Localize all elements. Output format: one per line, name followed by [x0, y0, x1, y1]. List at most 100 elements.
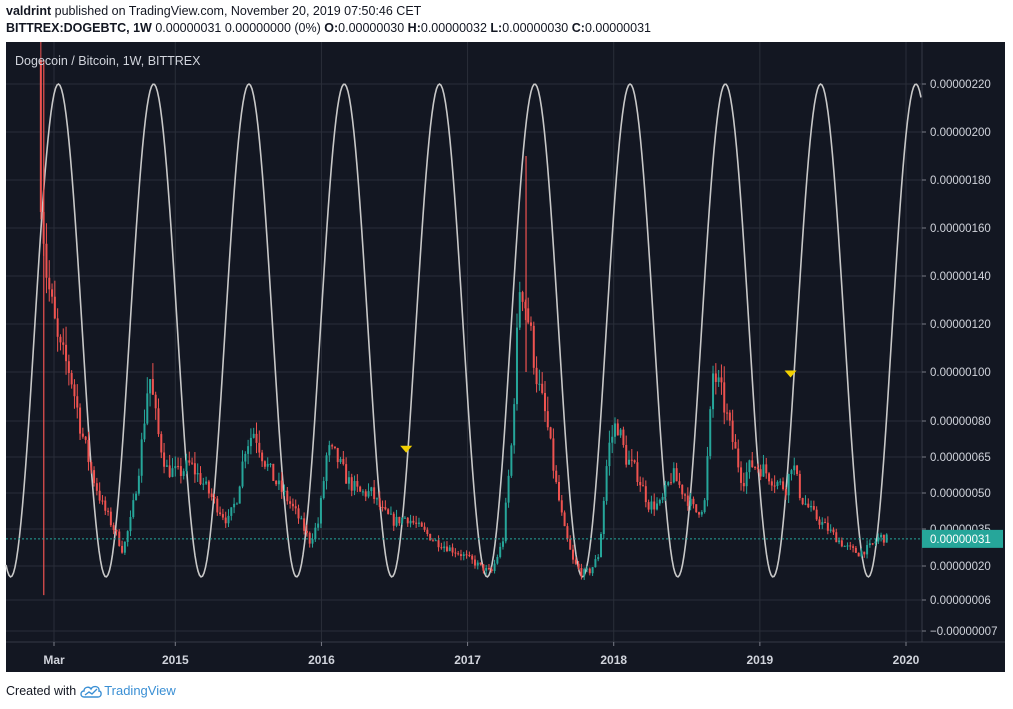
candle-down [179, 466, 182, 476]
candle-down [151, 379, 154, 395]
candle-up [605, 466, 608, 501]
candle-up [504, 502, 507, 542]
candle-up [235, 503, 238, 505]
candle-down [473, 559, 476, 566]
candle-down [815, 509, 818, 520]
candle-down [852, 546, 855, 548]
symbol-label: BITTREX:DOGEBTC [6, 21, 127, 35]
candle-up [602, 500, 605, 534]
candle-up [600, 533, 603, 558]
candle-up [762, 464, 765, 477]
candle-down [571, 549, 574, 560]
change-value: 0.00000000 (0%) [224, 21, 321, 35]
candle-down [751, 460, 754, 468]
candle-up [135, 493, 138, 501]
candle-down [684, 494, 687, 496]
created-with-text: Created with [6, 683, 77, 698]
candle-up [650, 501, 653, 510]
candle-down [426, 529, 429, 534]
candle-down [454, 552, 457, 554]
candle-down [294, 506, 297, 509]
candle-up [230, 507, 233, 516]
candle-up [689, 498, 692, 506]
candle-up [829, 529, 832, 531]
author-name[interactable]: valdrint [6, 4, 51, 18]
y-tick-label: 0.00000160 [930, 223, 991, 235]
candle-down [191, 462, 194, 464]
candle-up [314, 527, 317, 540]
candle-up [672, 468, 675, 483]
candle-down [440, 547, 443, 549]
x-tick-label: 2018 [600, 653, 627, 667]
candle-down [647, 502, 650, 510]
tradingview-logo[interactable]: TradingView [80, 683, 176, 698]
candle-down [686, 495, 689, 506]
candle-up [389, 513, 392, 515]
candle-down [213, 497, 216, 499]
time-axis-background [6, 642, 1005, 672]
candle-down [384, 507, 387, 510]
candle-up [868, 543, 871, 546]
candle-down [392, 513, 395, 526]
candle-up [804, 503, 807, 505]
candle-down [622, 429, 625, 445]
candle-up [434, 540, 437, 542]
candle-down [115, 529, 118, 532]
candle-up [667, 482, 670, 486]
candle-up [277, 480, 280, 485]
candle-down [555, 470, 558, 482]
candle-up [403, 517, 406, 519]
candle-down [45, 243, 48, 278]
y-tick-label: −0.00000007 [930, 626, 997, 638]
candle-down [84, 436, 87, 440]
candle-down [67, 361, 70, 373]
candle-up [241, 461, 244, 487]
candle-down [258, 442, 261, 453]
candle-up [325, 455, 328, 482]
candle-down [754, 467, 757, 469]
candle-down [759, 469, 762, 477]
candle-up [838, 540, 841, 543]
candle-down [303, 518, 306, 531]
candle-up [493, 563, 496, 571]
candle-up [709, 409, 712, 457]
candle-up [779, 481, 782, 483]
candle-down [726, 412, 729, 414]
candle-down [87, 439, 90, 463]
candle-up [202, 483, 205, 485]
x-tick-label: Mar [43, 653, 65, 667]
candle-down [451, 547, 454, 553]
candle-down [387, 509, 390, 514]
candle-down [109, 511, 112, 526]
candle-down [692, 498, 695, 505]
candle-down [630, 459, 633, 461]
candle-up [585, 568, 588, 570]
candle-down [765, 464, 768, 474]
candle-down [807, 503, 810, 508]
y-tick-label: 0.00000080 [930, 416, 991, 428]
candle-up [790, 470, 793, 474]
price-chart[interactable]: 0.00000220 0.00000200 0.00000180 0.00000160… [0, 42, 1013, 674]
candle-up [123, 541, 126, 553]
candle-down [112, 525, 115, 530]
candle-down [737, 448, 740, 468]
candle-up [712, 373, 715, 410]
candle-up [476, 562, 479, 566]
low-key: L: [490, 21, 503, 35]
candle-up [443, 546, 446, 549]
candle-down [784, 489, 787, 496]
candle-down [216, 498, 219, 513]
candle-up [664, 485, 667, 497]
tradingview-brand: TradingView [104, 683, 176, 698]
published-text: published on TradingView.com, November 2… [54, 4, 422, 18]
candle-down [796, 465, 799, 474]
candle-up [499, 546, 502, 558]
candle-up [745, 472, 748, 487]
candle-down [188, 460, 191, 463]
high-value: 0.00000032 [420, 21, 487, 35]
candle-up [370, 487, 373, 492]
candle-up [417, 522, 420, 524]
candle-down [849, 545, 852, 547]
candle-up [860, 551, 863, 557]
candle-down [163, 452, 166, 467]
